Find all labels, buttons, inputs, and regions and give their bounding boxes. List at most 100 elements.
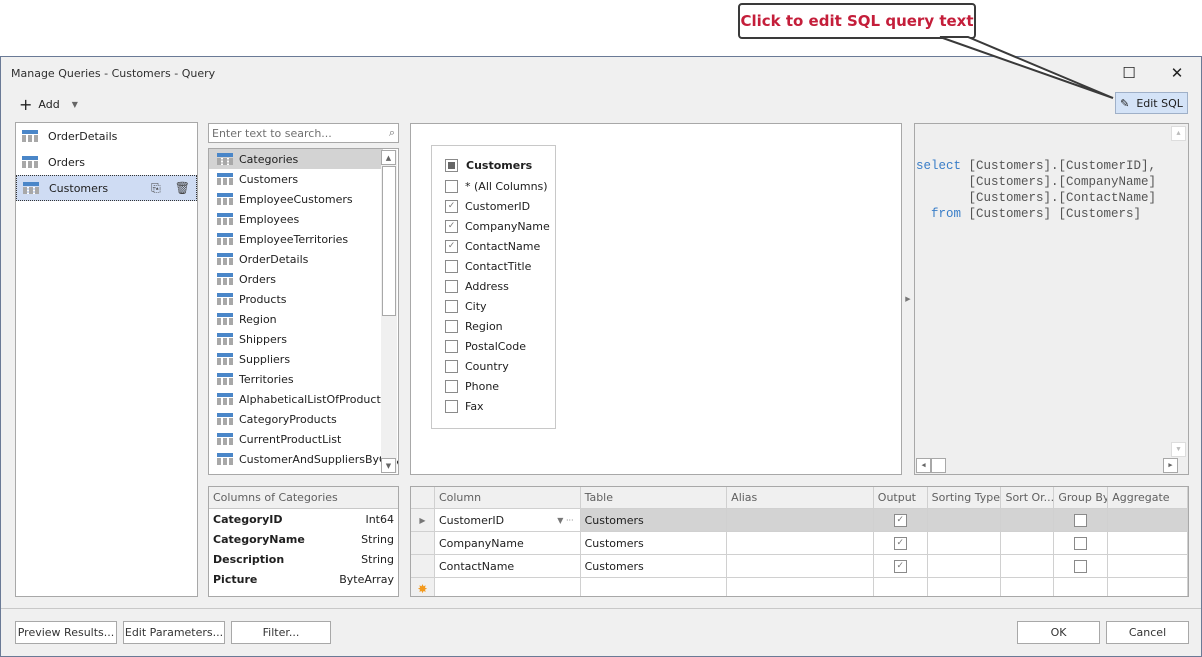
entity-column[interactable]: Country	[432, 356, 555, 376]
column-checkbox[interactable]	[445, 399, 458, 413]
entity-column[interactable]: Fax	[432, 396, 555, 416]
group-by-checkbox[interactable]	[1074, 559, 1088, 573]
empty-cell[interactable]	[581, 578, 728, 596]
entity-customers[interactable]: Customers * (All Columns) ✓ CustomerID ✓ Com…	[431, 145, 556, 429]
copy-icon[interactable]: ⎘	[151, 181, 161, 196]
sort-order-cell[interactable]	[1001, 532, 1055, 554]
column-checkbox[interactable]: ✓	[445, 239, 458, 253]
sql-scroll-up-button[interactable]: ▲	[1171, 126, 1186, 141]
sql-scroll-left-button[interactable]: ◀	[916, 458, 931, 473]
column-checkbox[interactable]	[445, 339, 458, 353]
add-query-button[interactable]: + Add ▼	[19, 96, 78, 112]
entity-column[interactable]: ✓ CustomerID	[432, 196, 555, 216]
sql-scroll-right-button[interactable]: ▶	[1163, 458, 1178, 473]
table-list-item[interactable]: Orders	[209, 269, 398, 289]
grid-row[interactable]: ▶ CustomerID ▼ ··· Customers ✓	[411, 509, 1188, 532]
sort-order-cell[interactable]	[1001, 555, 1055, 577]
column-checkbox[interactable]	[445, 319, 458, 333]
grid-column-header[interactable]: Column	[435, 487, 581, 508]
grid-column-header[interactable]: Group By	[1054, 487, 1109, 508]
grid-row[interactable]: ContactName Customers ✓	[411, 555, 1188, 578]
grid-column-header[interactable]: Aggregate	[1108, 487, 1188, 508]
column-checkbox[interactable]: ✓	[445, 219, 458, 233]
delete-icon[interactable]: 🗑	[175, 181, 190, 196]
table-cell[interactable]: Customers	[581, 532, 728, 554]
sorting-type-cell[interactable]	[928, 555, 1002, 577]
new-row[interactable]: ✸	[411, 578, 1188, 596]
table-list-item[interactable]: Region	[209, 309, 398, 329]
entity-column[interactable]: Phone	[432, 376, 555, 396]
output-checkbox[interactable]: ✓	[893, 513, 907, 527]
cancel-button[interactable]: Cancel	[1106, 621, 1189, 644]
table-list-item[interactable]: CurrentProductList	[209, 429, 398, 449]
column-checkbox[interactable]	[445, 259, 458, 273]
sort-order-cell[interactable]	[1001, 509, 1055, 531]
edit-parameters-button[interactable]: Edit Parameters...	[123, 621, 225, 644]
column-cell[interactable]: ContactName	[435, 555, 581, 577]
aggregate-cell[interactable]	[1108, 509, 1188, 531]
grid-column-header[interactable]: Alias	[727, 487, 874, 508]
empty-cell[interactable]	[727, 578, 874, 596]
table-list-item[interactable]: EmployeeCustomers	[209, 189, 398, 209]
close-button[interactable]: ✕	[1166, 63, 1188, 83]
column-checkbox[interactable]	[445, 279, 458, 293]
table-list-item[interactable]: Shippers	[209, 329, 398, 349]
sql-text-view[interactable]: select [Customers].[CustomerID], [Custom…	[914, 123, 1189, 475]
column-cell[interactable]: CustomerID ▼ ···	[434, 509, 581, 531]
grid-column-header[interactable]: Sorting Type	[928, 487, 1002, 508]
table-list-item[interactable]: Categories	[209, 149, 383, 169]
column-checkbox[interactable]	[445, 179, 458, 193]
empty-cell[interactable]	[1054, 578, 1109, 596]
table-list-item[interactable]: Employees	[209, 209, 398, 229]
query-item-customers[interactable]: Customers ⎘ 🗑	[16, 175, 197, 201]
entity-column[interactable]: * (All Columns)	[432, 176, 555, 196]
tables-scrollbar[interactable]: ▲ ▼	[381, 150, 397, 473]
output-checkbox[interactable]: ✓	[893, 559, 907, 573]
column-checkbox[interactable]	[445, 359, 458, 373]
group-by-checkbox[interactable]	[1074, 513, 1088, 527]
table-cell[interactable]: Customers	[580, 509, 728, 531]
entity-column[interactable]: Address	[432, 276, 555, 296]
sorting-type-cell[interactable]	[928, 532, 1002, 554]
empty-cell[interactable]	[928, 578, 1002, 596]
edit-sql-button[interactable]: ✎ Edit SQL	[1115, 92, 1188, 114]
sorting-type-cell[interactable]	[928, 509, 1002, 531]
table-cell[interactable]: Customers	[581, 555, 728, 577]
maximize-button[interactable]: ☐	[1118, 63, 1140, 83]
entity-column[interactable]: ContactTitle	[432, 256, 555, 276]
column-checkbox[interactable]	[445, 379, 458, 393]
splitter-handle[interactable]: ▶	[904, 123, 912, 475]
grid-column-header[interactable]: Output	[874, 487, 928, 508]
column-cell[interactable]: CompanyName	[435, 532, 581, 554]
entity-column[interactable]: Region	[432, 316, 555, 336]
query-item-orderdetails[interactable]: OrderDetails	[16, 123, 197, 149]
scroll-up-button[interactable]: ▲	[381, 150, 396, 165]
column-checkbox[interactable]	[445, 299, 458, 313]
entity-column[interactable]: PostalCode	[432, 336, 555, 356]
dropdown-ellipsis-icon[interactable]: ▼ ···	[557, 516, 573, 525]
grid-row[interactable]: CompanyName Customers ✓	[411, 532, 1188, 555]
table-list-item[interactable]: CustomerAndSuppliersByCity	[209, 449, 398, 469]
output-checkbox[interactable]: ✓	[893, 536, 907, 550]
query-item-orders[interactable]: Orders	[16, 149, 197, 175]
ok-button[interactable]: OK	[1017, 621, 1100, 644]
alias-cell[interactable]	[727, 509, 874, 531]
entity-column[interactable]: ✓ CompanyName	[432, 216, 555, 236]
table-list-item[interactable]: Territories	[209, 369, 398, 389]
scroll-thumb[interactable]	[382, 166, 396, 316]
table-list-item[interactable]: Suppliers	[209, 349, 398, 369]
empty-cell[interactable]	[435, 578, 581, 596]
sql-hscroll-thumb[interactable]	[931, 458, 946, 473]
aggregate-cell[interactable]	[1108, 555, 1188, 577]
scroll-down-button[interactable]: ▼	[381, 458, 396, 473]
table-list-item[interactable]: EmployeeTerritories	[209, 229, 398, 249]
aggregate-cell[interactable]	[1108, 532, 1188, 554]
table-search-input[interactable]: Enter text to search... ⌕	[208, 123, 399, 143]
grid-column-header[interactable]: Sort Or...	[1001, 487, 1055, 508]
empty-cell[interactable]	[1108, 578, 1188, 596]
table-list-item[interactable]: AlphabeticalListOfProducts	[209, 389, 398, 409]
filter-button[interactable]: Filter...	[231, 621, 331, 644]
sql-scroll-down-button[interactable]: ▼	[1171, 442, 1186, 457]
alias-cell[interactable]	[727, 532, 874, 554]
entity-select-checkbox[interactable]	[445, 158, 458, 172]
